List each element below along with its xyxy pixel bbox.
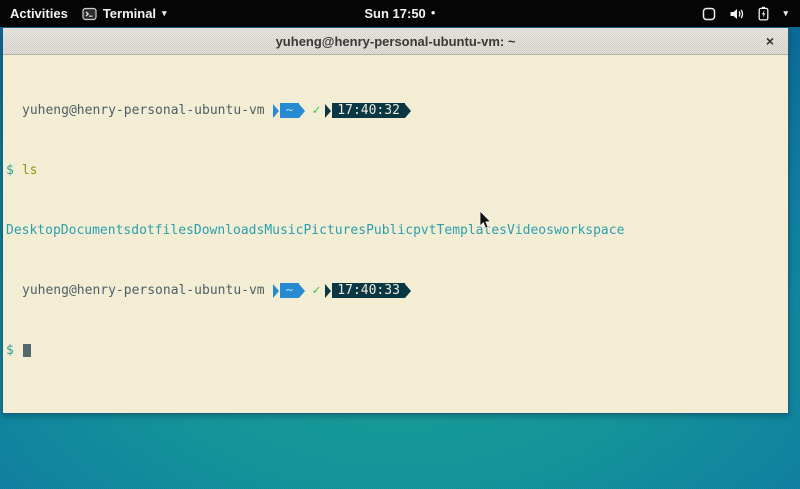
time-label: 17:40:32 — [332, 103, 405, 118]
text-cursor — [23, 344, 31, 357]
prompt-char: $ — [6, 343, 14, 358]
powerline-arrow-icon — [299, 284, 305, 298]
dir-entry: Documents — [61, 223, 131, 238]
dir-entry: dotfiles — [131, 223, 194, 238]
status-check-icon: ✓ — [312, 103, 320, 118]
activities-button[interactable]: Activities — [10, 6, 68, 21]
window-title: yuheng@henry-personal-ubuntu-vm: ~ — [276, 34, 516, 49]
time-label: 17:40:33 — [332, 283, 405, 298]
close-button[interactable]: × — [761, 32, 779, 50]
powerline-arrow-icon — [405, 284, 411, 298]
prompt-user: yuheng@henry-personal-ubuntu-vm — [22, 103, 265, 118]
command-line: $ ls — [6, 163, 786, 178]
cwd-segment: ~ — [273, 283, 306, 298]
window-titlebar[interactable]: yuheng@henry-personal-ubuntu-vm: ~ × — [3, 28, 788, 55]
notification-dot-icon: ● — [431, 9, 436, 17]
clock-label[interactable]: Sun 17:50 — [364, 6, 425, 21]
powerline-arrow-icon — [299, 104, 305, 118]
prompt-char: $ — [6, 163, 14, 178]
cwd-label: ~ — [280, 103, 300, 118]
battery-charging-icon — [757, 6, 770, 21]
dir-entry: pvt — [413, 223, 436, 238]
chevron-down-icon: ▾ — [783, 8, 788, 19]
dir-entry: Public — [366, 223, 413, 238]
prompt-user: yuheng@henry-personal-ubuntu-vm — [22, 283, 265, 298]
chevron-down-icon: ▾ — [162, 8, 167, 19]
input-line[interactable]: $ — [6, 343, 786, 358]
cwd-label: ~ — [280, 283, 300, 298]
app-menu-label: Terminal — [103, 6, 156, 21]
screen-icon — [702, 7, 716, 21]
terminal-app-icon — [82, 7, 97, 21]
app-menu[interactable]: Terminal ▾ — [82, 6, 167, 21]
dir-entry: Downloads — [194, 223, 264, 238]
gnome-top-bar: Activities Terminal ▾ Sun 17:50 ● — [0, 0, 800, 27]
terminal-window: yuheng@henry-personal-ubuntu-vm: ~ × yuh… — [2, 27, 789, 414]
dir-entry: Templates — [437, 223, 507, 238]
dir-entry: Desktop — [6, 223, 61, 238]
cwd-segment: ~ — [273, 103, 306, 118]
time-segment: 17:40:33 — [325, 283, 411, 298]
volume-icon — [729, 7, 744, 21]
terminal-content[interactable]: yuheng@henry-personal-ubuntu-vm ~ ✓ 17:4… — [3, 55, 788, 413]
prompt-line: yuheng@henry-personal-ubuntu-vm ~ ✓ 17:4… — [6, 283, 786, 298]
time-segment: 17:40:32 — [325, 103, 411, 118]
command-text: ls — [22, 163, 38, 178]
ls-output-line: Desktop Documents dotfiles Downloads Mus… — [6, 223, 786, 238]
dir-entry: Videos — [507, 223, 554, 238]
system-status-area[interactable]: ▾ — [702, 0, 800, 27]
dir-entry: Music — [264, 223, 303, 238]
powerline-arrow-icon — [405, 104, 411, 118]
prompt-line: yuheng@henry-personal-ubuntu-vm ~ ✓ 17:4… — [6, 103, 786, 118]
dir-entry: workspace — [554, 223, 624, 238]
dir-entry: Pictures — [303, 223, 366, 238]
status-check-icon: ✓ — [312, 283, 320, 298]
